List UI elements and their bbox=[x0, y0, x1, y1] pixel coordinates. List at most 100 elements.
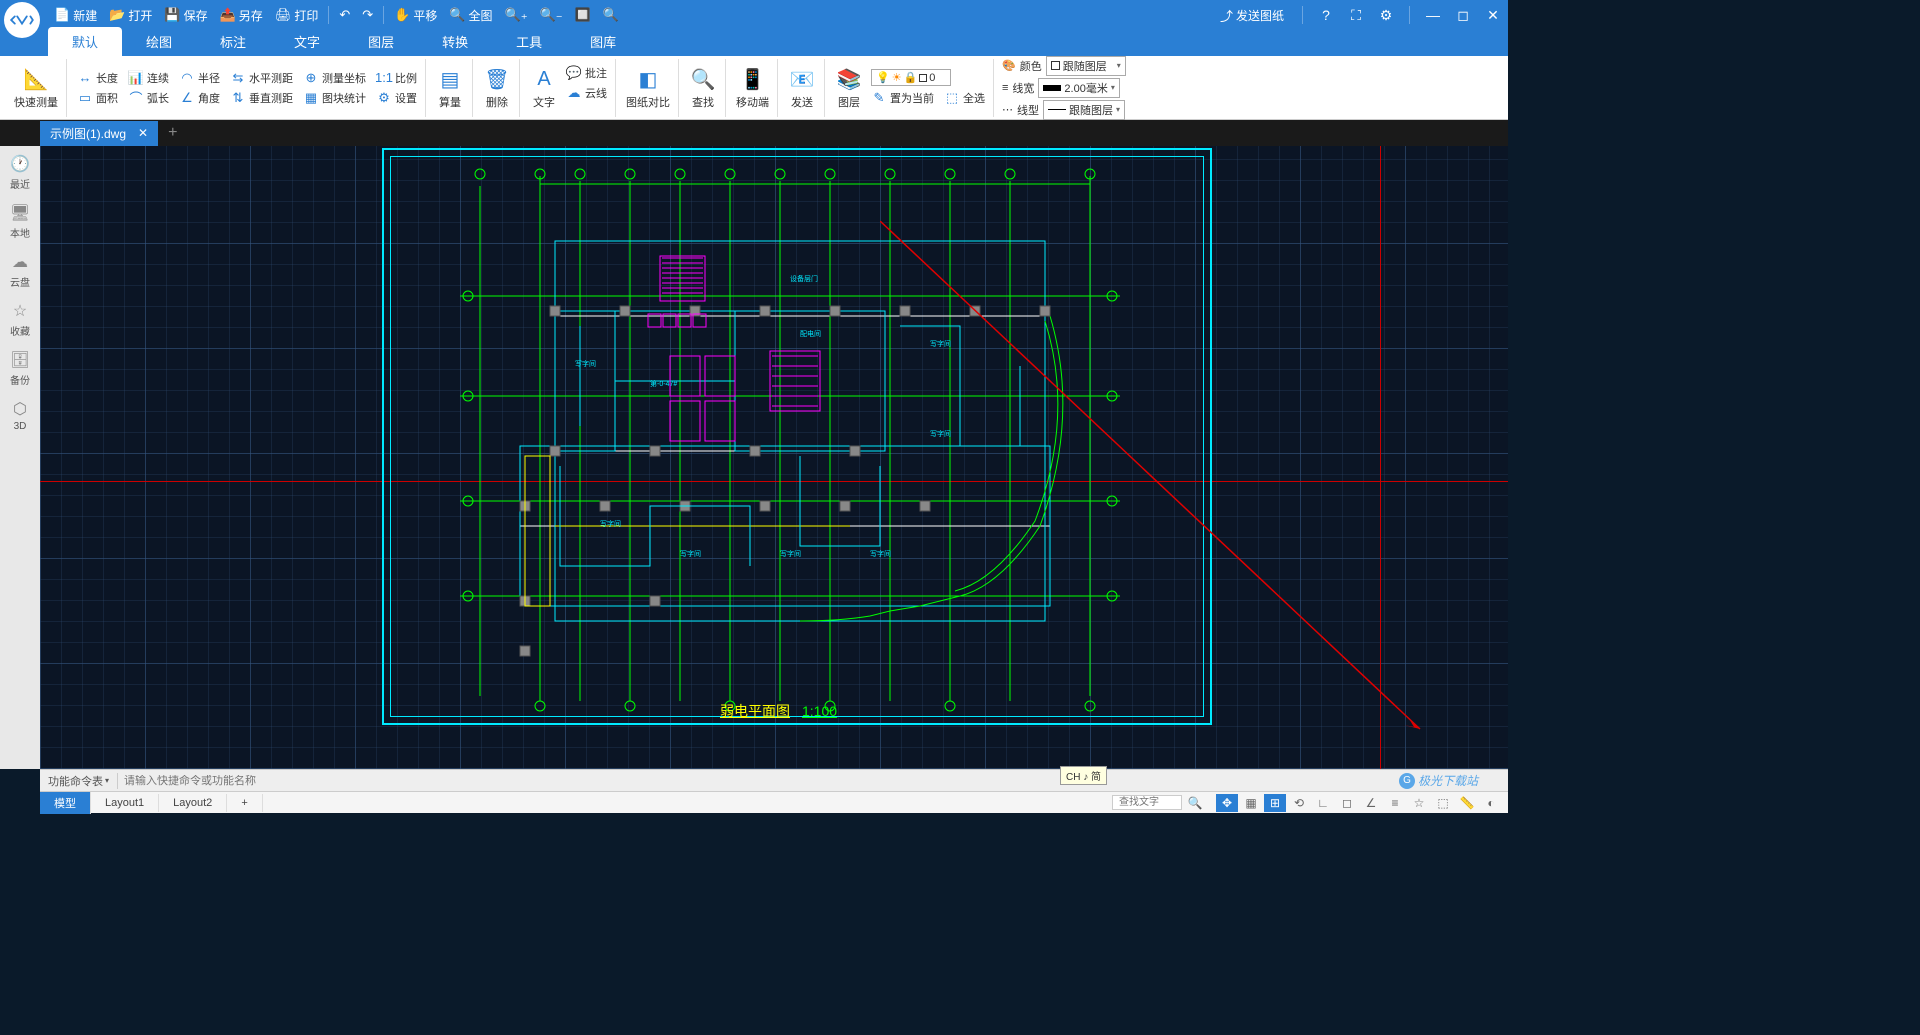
track-toggle[interactable]: ∠ bbox=[1360, 794, 1382, 812]
properties-group: 🎨颜色跟随图层 ≡线宽2.00毫米 ⋯线型跟随图层 bbox=[996, 56, 1132, 120]
file-tabs: 示例图(1).dwg ✕ + bbox=[0, 120, 1508, 146]
note-icon: 💬 bbox=[566, 65, 582, 81]
saveas-button[interactable]: 📤另存 bbox=[220, 7, 263, 24]
sidebar-cloud[interactable]: ☁云盘 bbox=[10, 252, 30, 289]
file-tab-active[interactable]: 示例图(1).dwg ✕ bbox=[40, 121, 158, 146]
calc-button[interactable]: ▤算量 bbox=[436, 65, 464, 110]
help-button[interactable]: ? bbox=[1315, 7, 1337, 23]
sidebar-3d[interactable]: ⬡3D bbox=[13, 399, 27, 432]
selectall-button[interactable]: ⬚全选 bbox=[944, 90, 985, 106]
minimize-button[interactable]: — bbox=[1422, 7, 1444, 23]
command-input[interactable] bbox=[118, 775, 1508, 787]
mobile-icon: 📱 bbox=[739, 65, 767, 93]
grid2-toggle[interactable]: ⊞ bbox=[1264, 794, 1286, 812]
layer-selector[interactable]: 💡☀🔒0 bbox=[871, 69, 951, 86]
maximize-button[interactable]: ◻ bbox=[1452, 7, 1474, 24]
lineweight-select[interactable]: 2.00毫米 bbox=[1038, 78, 1119, 98]
ortho-toggle[interactable]: ∟ bbox=[1312, 794, 1334, 812]
monochrome-toggle[interactable]: ◐ bbox=[1480, 794, 1502, 812]
search-button[interactable]: 🔍 bbox=[1184, 794, 1206, 812]
grid-toggle[interactable]: ▦ bbox=[1240, 794, 1262, 812]
compare-button[interactable]: ◧图纸对比 bbox=[626, 65, 670, 110]
tab-text[interactable]: 文字 bbox=[270, 27, 344, 56]
osnap-toggle[interactable]: ◻ bbox=[1336, 794, 1358, 812]
color-select[interactable]: 跟随图层 bbox=[1046, 56, 1126, 76]
mobile-button[interactable]: 📱移动端 bbox=[736, 65, 769, 110]
tab-gallery[interactable]: 图库 bbox=[566, 27, 640, 56]
sidebar-local[interactable]: 🖥本地 bbox=[10, 203, 30, 240]
area-button[interactable]: ▭面积 bbox=[77, 90, 118, 106]
ime-tooltip: CH ♪ 简 bbox=[1060, 766, 1107, 785]
length-button[interactable]: ↔长度 bbox=[77, 70, 118, 86]
new-button[interactable]: 📄新建 bbox=[54, 7, 97, 24]
continuous-button[interactable]: 📊连续 bbox=[128, 70, 169, 86]
undo-button[interactable]: ↶ bbox=[339, 7, 350, 23]
settings-button[interactable]: ⚙ bbox=[1375, 7, 1397, 24]
fav-toggle[interactable]: ☆ bbox=[1408, 794, 1430, 812]
cube-icon: ⬡ bbox=[13, 399, 27, 419]
angle-button[interactable]: ∠角度 bbox=[179, 90, 220, 106]
sidebar-favorites[interactable]: ☆收藏 bbox=[10, 301, 30, 338]
layout-tab-1[interactable]: Layout1 bbox=[91, 794, 159, 812]
zoomprev-button[interactable]: 🔍 bbox=[603, 7, 619, 23]
search-text-input[interactable] bbox=[1112, 795, 1182, 810]
vdist-button[interactable]: ⇅垂直测距 bbox=[230, 90, 293, 106]
redo-icon: ↷ bbox=[362, 7, 373, 23]
tab-tools[interactable]: 工具 bbox=[492, 27, 566, 56]
tab-default[interactable]: 默认 bbox=[48, 27, 122, 56]
find-button[interactable]: 🔍查找 bbox=[689, 65, 717, 110]
polar-toggle[interactable]: ⟲ bbox=[1288, 794, 1310, 812]
add-layout-button[interactable]: + bbox=[227, 794, 262, 812]
blockstat-button[interactable]: ▦图块统计 bbox=[303, 90, 366, 106]
snap-toggle[interactable]: ✥ bbox=[1216, 794, 1238, 812]
radius-icon: ◠ bbox=[179, 70, 195, 86]
send-button[interactable]: 📧发送 bbox=[788, 65, 816, 110]
redo-button[interactable]: ↷ bbox=[362, 7, 373, 23]
zoomout-button[interactable]: 🔍₋ bbox=[540, 7, 563, 23]
area-icon: ▭ bbox=[77, 90, 93, 106]
lwt-toggle[interactable]: ≡ bbox=[1384, 794, 1406, 812]
radius-button[interactable]: ◠半径 bbox=[179, 70, 220, 86]
zoomextents-button[interactable]: 🔍全图 bbox=[449, 7, 492, 24]
cloud-button[interactable]: ☁云线 bbox=[566, 85, 607, 101]
fullscreen-button[interactable]: ⛶ bbox=[1345, 7, 1367, 24]
coord-button[interactable]: ⊕测量坐标 bbox=[303, 70, 366, 86]
ruler-toggle[interactable]: 📏 bbox=[1456, 794, 1478, 812]
drawing-canvas[interactable]: 写字间 写字间 写字间 写字间 写字间 写字间 写字间 第-0-47# 配电间 … bbox=[40, 146, 1508, 769]
save-button[interactable]: 💾保存 bbox=[164, 7, 207, 24]
scale-button[interactable]: 1:1比例 bbox=[376, 70, 417, 86]
share-icon: ⤴ bbox=[1220, 6, 1233, 25]
send-drawing-button[interactable]: ⤴发送图纸 bbox=[1220, 6, 1284, 25]
layout-tab-2[interactable]: Layout2 bbox=[159, 794, 227, 812]
command-label[interactable]: 功能命令表▾ bbox=[40, 773, 118, 789]
tab-dim[interactable]: 标注 bbox=[196, 27, 270, 56]
zoomwin-button[interactable]: 🔲 bbox=[575, 7, 591, 23]
open-button[interactable]: 📂打开 bbox=[109, 7, 152, 24]
cloud-icon: ☁ bbox=[566, 85, 582, 101]
close-tab-button[interactable]: ✕ bbox=[138, 126, 148, 140]
note-button[interactable]: 💬批注 bbox=[566, 65, 607, 81]
sidebar-recent[interactable]: 🕐最近 bbox=[10, 154, 30, 191]
hdist-button[interactable]: ⇆水平测距 bbox=[230, 70, 293, 86]
delete-button[interactable]: 🗑删除 bbox=[483, 65, 511, 110]
tab-layer[interactable]: 图层 bbox=[344, 27, 418, 56]
quick-measure-button[interactable]: 📐快速测量 bbox=[14, 65, 58, 110]
gear-icon2: ⚙ bbox=[376, 90, 392, 106]
text-button[interactable]: A文字 bbox=[530, 65, 558, 110]
tab-convert[interactable]: 转换 bbox=[418, 27, 492, 56]
tool-toggle[interactable]: ⬚ bbox=[1432, 794, 1454, 812]
setcurrent-button[interactable]: ✎置为当前 bbox=[871, 90, 934, 106]
linetype-select[interactable]: 跟随图层 bbox=[1043, 100, 1125, 120]
tab-draw[interactable]: 绘图 bbox=[122, 27, 196, 56]
add-tab-button[interactable]: + bbox=[158, 124, 187, 142]
arc-button[interactable]: ⌒弧长 bbox=[128, 90, 169, 106]
print-button[interactable]: 🖨打印 bbox=[275, 7, 319, 24]
pan-button[interactable]: ✋平移 bbox=[394, 7, 437, 24]
cloud-icon2: ☁ bbox=[12, 252, 28, 272]
layout-tab-model[interactable]: 模型 bbox=[40, 792, 91, 814]
close-button[interactable]: ✕ bbox=[1482, 7, 1504, 24]
sidebar-backup[interactable]: 🗄备份 bbox=[10, 350, 30, 387]
layer-button[interactable]: 📚图层 bbox=[835, 65, 863, 110]
settings-button2[interactable]: ⚙设置 bbox=[376, 90, 417, 106]
zoomin-button[interactable]: 🔍₊ bbox=[505, 7, 528, 23]
